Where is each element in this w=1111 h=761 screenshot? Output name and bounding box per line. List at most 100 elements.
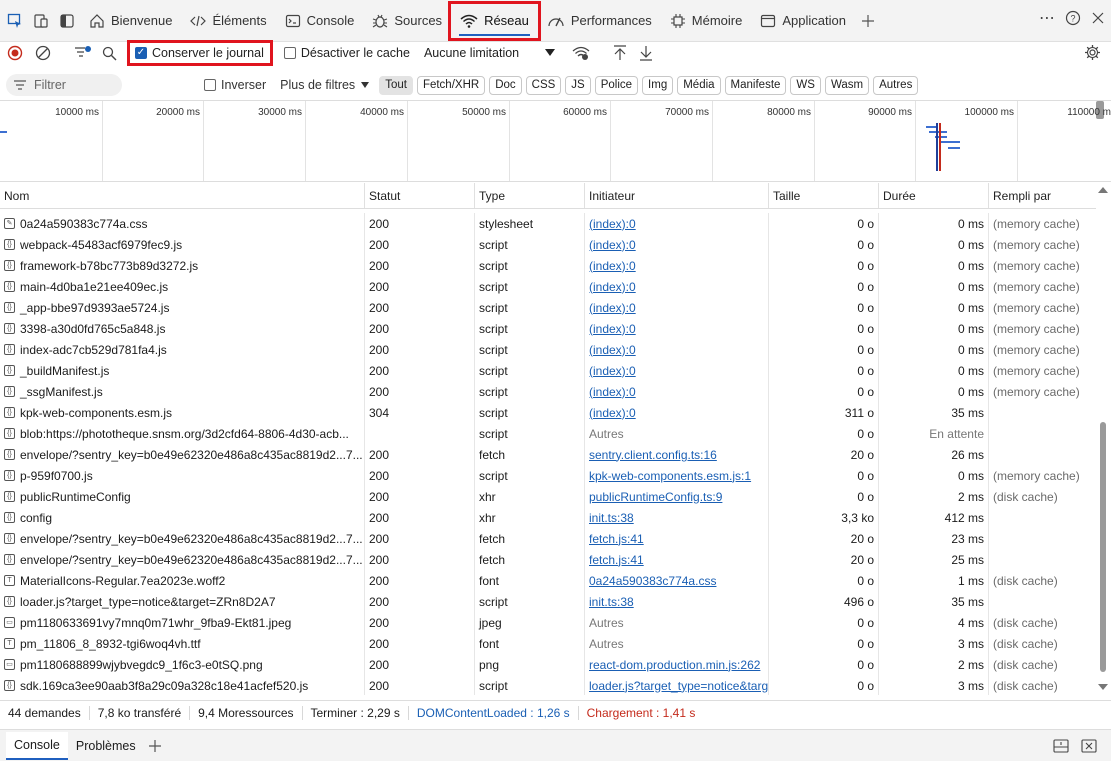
initiator-link[interactable]: (index):0 [589, 343, 636, 357]
cell-name[interactable]: {} kpk-web-components.esm.js [0, 402, 365, 423]
cell-name[interactable]: {} index-adc7cb529d781fa4.js [0, 339, 365, 360]
disable-cache-checkbox[interactable]: Désactiver le cache [283, 46, 410, 60]
tab-elements[interactable]: Éléments [181, 4, 275, 38]
column-header-initiator[interactable]: Initiateur [585, 183, 769, 208]
table-row[interactable]: {} envelope/?sentry_key=b0e49e62320e486a8… [0, 549, 1096, 570]
cell-name[interactable]: ▭ pm1180633691vy7mnq0m71whr_9fba9-Ekt81.j… [0, 612, 365, 633]
import-har-button[interactable] [607, 45, 633, 61]
cell-initiator[interactable]: init.ts:38 [585, 507, 769, 528]
cell-name[interactable]: {} 3398-a30d0fd765c5a848.js [0, 318, 365, 339]
cell-initiator[interactable]: (index):0 [585, 339, 769, 360]
cell-name[interactable]: {} blob:https://phototheque.snsm.org/3d2c… [0, 423, 365, 444]
initiator-link[interactable]: loader.js?target_type=notice&targ [589, 679, 768, 693]
cell-name[interactable]: {} framework-b78bc773b89d3272.js [0, 255, 365, 276]
filter-chip[interactable]: Autres [873, 75, 919, 95]
table-row[interactable]: {} kpk-web-components.esm.js 304 script (ind… [0, 402, 1096, 423]
table-row[interactable]: {} 3398-a30d0fd765c5a848.js 200 script (inde… [0, 318, 1096, 339]
initiator-link[interactable]: fetch.js:41 [589, 532, 644, 546]
cell-name[interactable]: ✎ 0a24a590383c774a.css [0, 213, 365, 234]
cell-initiator[interactable]: (index):0 [585, 297, 769, 318]
tab-console[interactable]: Console [276, 4, 364, 38]
table-row[interactable]: {} main-4d0ba1e21ee409ec.js 200 script (inde… [0, 276, 1096, 297]
drawer-tab-problems[interactable]: Problèmes [68, 732, 144, 760]
table-row[interactable]: {} _ssgManifest.js 200 script (index):0 0 o0 … [0, 381, 1096, 402]
initiator-link[interactable]: 0a24a590383c774a.css [589, 574, 716, 588]
column-header-duration[interactable]: Durée [879, 183, 989, 208]
network-settings-button[interactable] [1084, 44, 1101, 64]
add-tab-icon[interactable] [855, 8, 881, 34]
filter-chip[interactable]: WS [790, 75, 821, 95]
cell-name[interactable]: {} envelope/?sentry_key=b0e49e62320e486a8… [0, 444, 365, 465]
cell-initiator[interactable]: (index):0 [585, 234, 769, 255]
filter-chip[interactable]: Manifeste [724, 75, 787, 95]
tab-sources[interactable]: Sources [363, 4, 451, 38]
drawer-tab-console[interactable]: Console [6, 731, 68, 760]
initiator-link[interactable]: fetch.js:41 [589, 553, 644, 567]
initiator-link[interactable]: (index):0 [589, 406, 636, 420]
search-button[interactable] [96, 46, 122, 61]
cell-initiator[interactable]: fetch.js:41 [585, 528, 769, 549]
cell-name[interactable]: Tpm_11806_8_8932-tgi6woq4vh.ttf [0, 633, 365, 654]
scroll-up-icon[interactable] [1098, 186, 1108, 194]
network-conditions-button[interactable] [569, 45, 593, 61]
table-row[interactable]: {} loader.js?target_type=notice&target=ZR… [0, 591, 1096, 612]
initiator-link[interactable]: kpk-web-components.esm.js:1 [589, 469, 751, 483]
cell-initiator[interactable]: (index):0 [585, 381, 769, 402]
cell-name[interactable]: {} publicRuntimeConfig [0, 486, 365, 507]
cell-name[interactable]: {} main-4d0ba1e21ee409ec.js [0, 276, 365, 297]
record-button[interactable] [0, 45, 30, 61]
preserve-log-checkbox[interactable]: ✓ Conserver le journal [127, 40, 273, 66]
cell-name[interactable]: {} envelope/?sentry_key=b0e49e62320e486a8… [0, 528, 365, 549]
column-header-name[interactable]: Nom [0, 183, 365, 208]
table-row[interactable]: T MaterialIcons-Regular.7ea2023e.woff2 200… [0, 570, 1096, 591]
initiator-link[interactable]: (index):0 [589, 364, 636, 378]
cell-name[interactable]: T MaterialIcons-Regular.7ea2023e.woff2 [0, 570, 365, 591]
cell-name[interactable]: {} config [0, 507, 365, 528]
table-row[interactable]: {} _app-bbe97d9393ae5724.js 200 script (inde… [0, 297, 1096, 318]
table-row[interactable]: ✎ 0a24a590383c774a.css 200 stylesheet (index… [0, 213, 1096, 234]
filter-chip[interactable]: Wasm [824, 75, 870, 95]
table-row[interactable]: {} index-adc7cb529d781fa4.js 200 script (ind… [0, 339, 1096, 360]
table-row[interactable]: {} config 200 xhr init.ts:38 3,3 ko 412 ms [0, 507, 1096, 528]
add-drawer-tab-icon[interactable] [148, 739, 162, 753]
table-row[interactable]: ▭ pm1180688899wjybvegdc9_1f6c3-e0tSQ.png 2… [0, 654, 1096, 675]
cell-name[interactable]: {} _ssgManifest.js [0, 381, 365, 402]
cell-name[interactable]: {} webpack-45483acf6979fec9.js [0, 234, 365, 255]
cell-initiator[interactable]: sentry.client.config.ts:16 [585, 444, 769, 465]
cell-initiator[interactable]: (index):0 [585, 318, 769, 339]
tab-performance[interactable]: Performances [538, 4, 661, 38]
inspect-element-icon[interactable] [2, 8, 28, 34]
cell-initiator[interactable]: publicRuntimeConfig.ts:9 [585, 486, 769, 507]
timeline-overview[interactable]: 10000 ms 20000 ms 30000 ms 40000 ms 50000 ms… [0, 100, 1111, 182]
clear-button[interactable] [30, 45, 56, 61]
cell-initiator[interactable]: 0a24a590383c774a.css [585, 570, 769, 591]
filter-chip[interactable]: Police [594, 75, 639, 95]
initiator-link[interactable]: (index):0 [589, 280, 636, 294]
table-row[interactable]: {} _buildManifest.js 200 script (index):0 0 o… [0, 360, 1096, 381]
device-emulation-icon[interactable] [28, 8, 54, 34]
filter-chip[interactable]: CSS [525, 75, 562, 95]
table-row[interactable]: ▭ pm1180633691vy7mnq0m71whr_9fba9-Ekt81.j… [0, 612, 1096, 633]
table-row[interactable]: {} framework-b78bc773b89d3272.js 200 script… [0, 255, 1096, 276]
initiator-link[interactable]: react-dom.production.min.js:262 [589, 658, 760, 672]
column-header-fulfilled-by[interactable]: Rempli par [989, 183, 1096, 208]
table-scrollbar[interactable] [1098, 186, 1108, 691]
cell-name[interactable]: {} _buildManifest.js [0, 360, 365, 381]
table-row[interactable]: {} envelope/?sentry_key=b0e49e62320e486a8… [0, 444, 1096, 465]
scroll-down-icon[interactable] [1098, 683, 1108, 691]
filter-chip[interactable]: Img [642, 75, 674, 95]
cell-name[interactable]: {} _app-bbe97d9393ae5724.js [0, 297, 365, 318]
cell-initiator[interactable]: (index):0 [585, 402, 769, 423]
tab-application[interactable]: Application [751, 4, 855, 38]
table-row[interactable]: {} sdk.169ca3ee90aab3f8a29c09a328c18e41ac… [0, 675, 1096, 695]
throttling-select[interactable]: Aucune limitation [424, 46, 556, 60]
initiator-link[interactable]: init.ts:38 [589, 595, 634, 609]
initiator-link[interactable]: (index):0 [589, 301, 636, 315]
cell-initiator[interactable]: (index):0 [585, 213, 769, 234]
cell-initiator[interactable]: react-dom.production.min.js:262 [585, 654, 769, 675]
more-filters-dropdown[interactable]: Plus de filtres [280, 78, 370, 92]
table-row[interactable]: Tpm_11806_8_8932-tgi6woq4vh.ttf 200 font Au… [0, 633, 1096, 654]
filter-chip[interactable]: Tout [379, 75, 413, 95]
cell-initiator[interactable]: fetch.js:41 [585, 549, 769, 570]
filter-chip[interactable]: Média [677, 75, 721, 95]
